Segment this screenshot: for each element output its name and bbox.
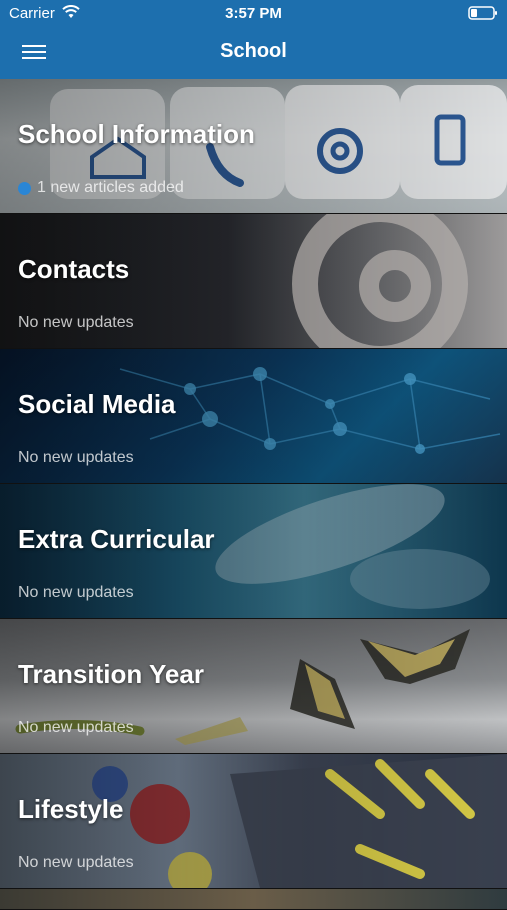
category-background-image [0, 889, 507, 909]
category-row-extra-curricular[interactable]: Extra Curricular No new updates [0, 484, 507, 619]
category-title: Extra Curricular [18, 524, 215, 554]
category-title: Lifestyle [18, 794, 124, 824]
clock: 3:57 PM [225, 5, 282, 22]
category-status-text: No new updates [18, 719, 134, 736]
new-article-dot-icon [18, 181, 31, 195]
top-bar: Carrier 3:57 PM School [0, 0, 507, 79]
category-title: Transition Year [18, 659, 204, 689]
category-status: No new updates [18, 584, 134, 602]
category-title: Social Media [18, 389, 176, 419]
category-status-text: No new updates [18, 314, 134, 331]
category-status: No new updates [18, 314, 134, 332]
category-row-transition-year[interactable]: Transition Year No new updates [0, 619, 507, 754]
category-status: 1 new articles added [18, 179, 184, 197]
category-row-school-information[interactable]: School Information 1 new articles added [0, 79, 507, 214]
category-status-text: No new updates [18, 584, 134, 601]
category-row-social-media[interactable]: Social Media No new updates [0, 349, 507, 484]
status-bar: Carrier 3:57 PM [0, 0, 507, 28]
page-title: School [220, 40, 287, 62]
category-status-text: No new updates [18, 449, 134, 466]
category-list: School Information 1 new articles added … [0, 79, 507, 910]
category-status-text: No new updates [18, 854, 134, 871]
navigation-bar: School [0, 30, 507, 79]
category-status: No new updates [18, 854, 134, 872]
category-status: No new updates [18, 449, 134, 467]
category-status-text: 1 new articles added [37, 179, 184, 196]
category-row-contacts[interactable]: Contacts No new updates [0, 214, 507, 349]
category-row-lifestyle[interactable]: Lifestyle No new updates [0, 754, 507, 889]
battery-icon [468, 6, 498, 20]
category-title: School Information [18, 119, 255, 149]
category-status: No new updates [18, 719, 134, 737]
category-title: Contacts [18, 254, 130, 284]
